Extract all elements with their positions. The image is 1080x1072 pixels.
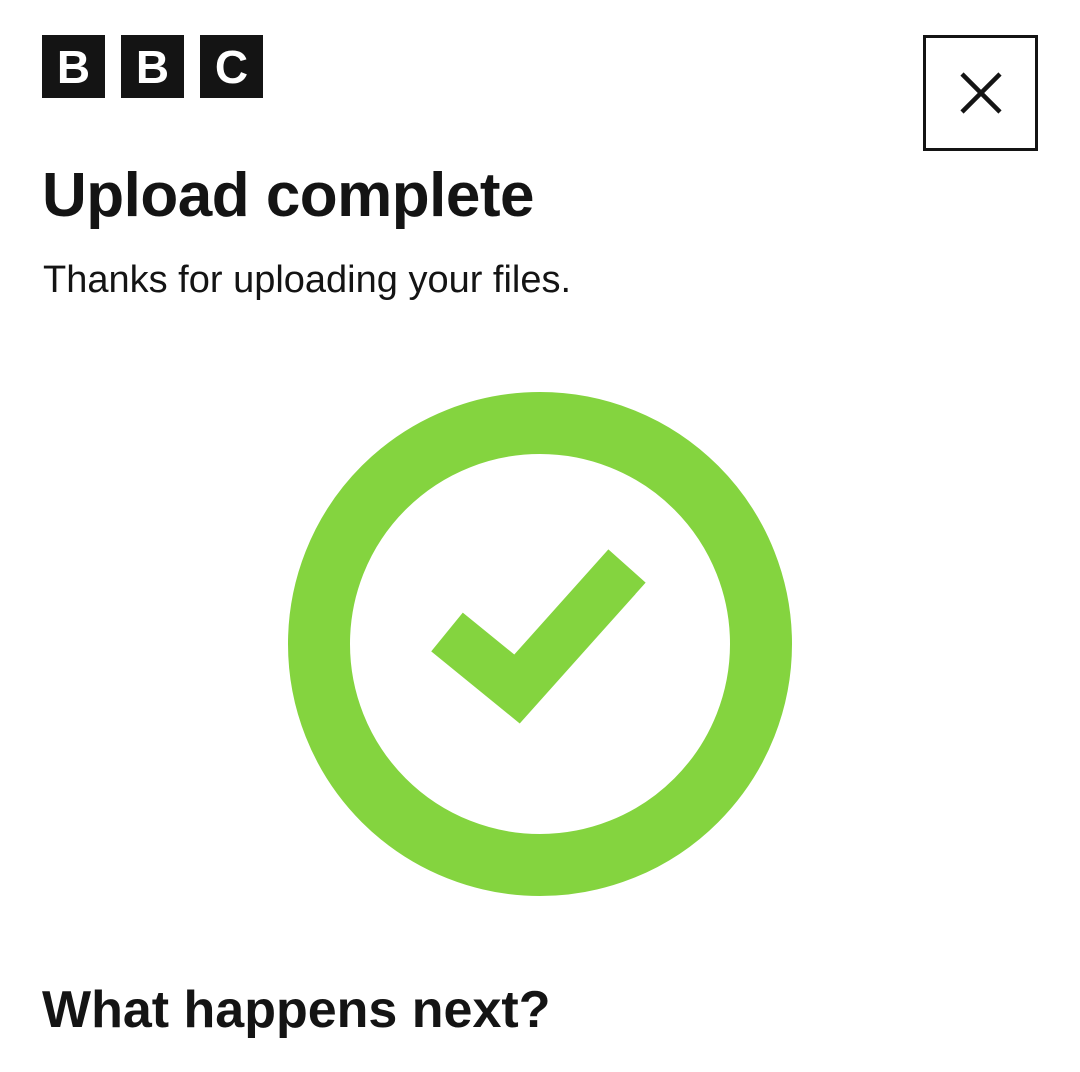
close-button[interactable] (923, 35, 1038, 151)
what-happens-next-heading: What happens next? (42, 981, 551, 1039)
logo-letter-b1: B (42, 35, 105, 98)
bbc-logo: B B C (42, 35, 263, 98)
checkmark (431, 549, 646, 724)
logo-letter-b2: B (121, 35, 184, 98)
close-icon (959, 72, 1002, 114)
logo-letter-c: C (200, 35, 263, 98)
upload-thanks-text: Thanks for uploading your files. (43, 259, 572, 301)
page-title: Upload complete (42, 161, 535, 230)
check-circle-icon (288, 392, 792, 896)
